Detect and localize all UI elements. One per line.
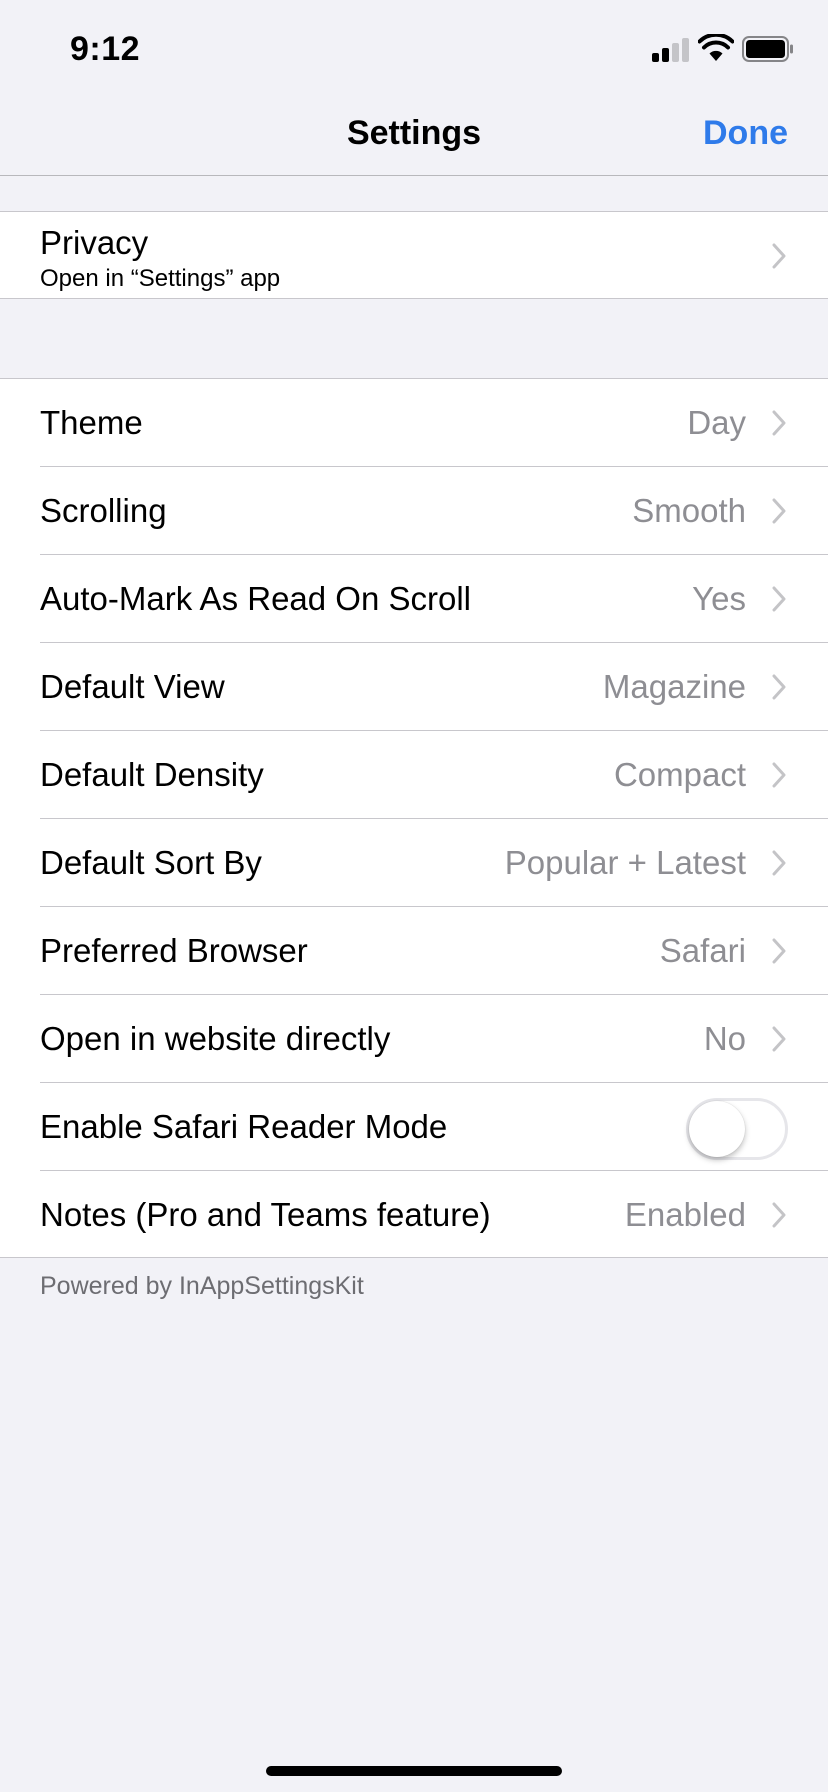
- setting-value: Compact: [613, 756, 746, 793]
- setting-label: Default Sort By: [40, 844, 262, 881]
- chevron-right-icon: [772, 586, 786, 612]
- done-button[interactable]: Done: [703, 114, 788, 153]
- setting-label: Scrolling: [40, 492, 167, 529]
- settings-list: Theme Day Scrolling Smooth Auto-Mark As …: [0, 378, 828, 1258]
- chevron-right-icon: [772, 1026, 786, 1052]
- home-indicator[interactable]: [266, 1766, 562, 1776]
- setting-row-notes[interactable]: Notes (Pro and Teams feature) Enabled: [0, 1171, 828, 1259]
- setting-row-default-sort-by[interactable]: Default Sort By Popular + Latest: [0, 819, 828, 907]
- setting-label: Default Density: [40, 756, 264, 793]
- wifi-icon: [698, 34, 734, 61]
- setting-row-default-density[interactable]: Default Density Compact: [0, 731, 828, 819]
- setting-row-default-view[interactable]: Default View Magazine: [0, 643, 828, 731]
- setting-value: Magazine: [602, 668, 746, 705]
- privacy-title: Privacy: [40, 224, 149, 261]
- chevron-right-icon: [772, 243, 786, 269]
- setting-label: Enable Safari Reader Mode: [40, 1108, 448, 1145]
- navigation-bar: Settings Done: [0, 100, 828, 176]
- chevron-right-icon: [772, 1202, 786, 1228]
- toggle-knob: [689, 1101, 745, 1157]
- chevron-right-icon: [772, 410, 786, 436]
- setting-row-preferred-browser[interactable]: Preferred Browser Safari: [0, 907, 828, 995]
- chevron-right-icon: [772, 498, 786, 524]
- privacy-row[interactable]: Privacy Open in “Settings” app: [0, 211, 828, 299]
- settings-screen: 9:12 Settings Done Privacy Open in “Sett…: [0, 0, 828, 1792]
- setting-label: Theme: [40, 404, 143, 441]
- setting-value: Day: [687, 404, 746, 441]
- footer-text: Powered by InAppSettingsKit: [40, 1272, 364, 1300]
- setting-value: Enabled: [624, 1196, 746, 1233]
- setting-value: Popular + Latest: [504, 844, 746, 881]
- setting-row-safari-reader-mode: Enable Safari Reader Mode: [0, 1083, 828, 1171]
- battery-icon: [742, 36, 793, 62]
- setting-label: Open in website directly: [40, 1020, 391, 1057]
- setting-value: Yes: [692, 580, 746, 617]
- setting-label: Notes (Pro and Teams feature): [40, 1196, 491, 1233]
- safari-reader-mode-toggle[interactable]: [686, 1098, 788, 1160]
- setting-row-scrolling[interactable]: Scrolling Smooth: [0, 467, 828, 555]
- privacy-subtitle: Open in “Settings” app: [40, 265, 281, 292]
- setting-row-open-in-website[interactable]: Open in website directly No: [0, 995, 828, 1083]
- status-time: 9:12: [70, 30, 141, 68]
- setting-value: Smooth: [632, 492, 746, 529]
- setting-label: Auto-Mark As Read On Scroll: [40, 580, 471, 617]
- chevron-right-icon: [772, 938, 786, 964]
- setting-value: Safari: [659, 932, 746, 969]
- setting-label: Preferred Browser: [40, 932, 308, 969]
- signal-icon: [652, 38, 690, 62]
- setting-row-auto-mark-read[interactable]: Auto-Mark As Read On Scroll Yes: [0, 555, 828, 643]
- status-bar: 9:12: [0, 0, 828, 100]
- setting-row-theme[interactable]: Theme Day: [0, 379, 828, 467]
- chevron-right-icon: [772, 762, 786, 788]
- chevron-right-icon: [772, 850, 786, 876]
- chevron-right-icon: [772, 674, 786, 700]
- setting-label: Default View: [40, 668, 225, 705]
- setting-value: No: [703, 1020, 746, 1057]
